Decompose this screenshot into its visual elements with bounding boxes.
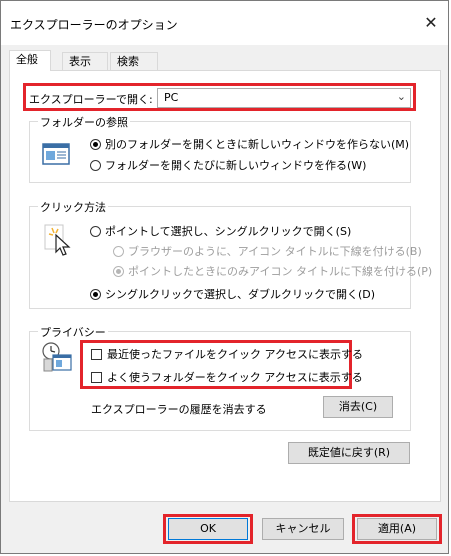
options-dialog: エクスプローラーのオプション ✕ 全般 表示 検索 エクスプローラーで開く: P… (0, 0, 449, 554)
radio-button[interactable] (113, 245, 124, 257)
pointer-click-icon (43, 224, 73, 259)
checkbox[interactable] (91, 348, 102, 360)
browse-folders-group: フォルダーの参照 (29, 114, 411, 183)
radio-button[interactable] (90, 138, 101, 150)
apply-button-label: 適用(A) (377, 522, 417, 535)
tab-general[interactable]: 全般 (9, 50, 51, 71)
window-title: エクスプローラーのオプション (10, 18, 178, 32)
radio-button[interactable] (90, 159, 101, 171)
radio-underline-browser[interactable]: ブラウザーのように、アイコン タイトルに下線を付ける(B) (113, 243, 422, 259)
clear-history-button-label: 消去(C) (338, 400, 378, 413)
check-frequent-folders[interactable]: よく使うフォルダーをクイック アクセスに表示する (91, 369, 363, 385)
privacy-title: プライバシー (38, 324, 108, 340)
title-bar: エクスプローラーのオプション ✕ (1, 1, 448, 45)
check-frequent-folders-label: よく使うフォルダーをクイック アクセスに表示する (107, 371, 363, 384)
tab-search[interactable]: 検索 (110, 52, 158, 70)
check-recent-files[interactable]: 最近使ったファイルをクイック アクセスに表示する (91, 346, 363, 362)
open-in-dropdown[interactable]: PC ⌄ (157, 88, 411, 108)
tab-search-label: 検索 (117, 55, 139, 68)
radio-button[interactable] (113, 265, 124, 277)
radio-same-window-label: 別のフォルダーを開くときに新しいウィンドウを作らない(M) (105, 138, 410, 151)
clear-history-label: エクスプローラーの履歴を消去する (91, 403, 267, 416)
radio-new-window[interactable]: フォルダーを開くたびに新しいウィンドウを作る(W) (90, 157, 366, 173)
check-recent-files-label: 最近使ったファイルをクイック アクセスに表示する (107, 348, 363, 361)
checkbox[interactable] (91, 371, 102, 383)
apply-button[interactable]: 適用(A) (357, 518, 437, 540)
radio-new-window-label: フォルダーを開くたびに新しいウィンドウを作る(W) (105, 159, 367, 172)
radio-single-click[interactable]: ポイントして選択し、シングルクリックで開く(S) (90, 223, 351, 239)
browse-folders-title: フォルダーの参照 (38, 114, 130, 130)
radio-button[interactable] (90, 225, 101, 237)
open-in-label: エクスプローラーで開く: (29, 93, 153, 106)
radio-double-click[interactable]: シングルクリックで選択し、ダブルクリックで開く(D) (90, 286, 375, 302)
tab-view-label: 表示 (69, 55, 91, 68)
radio-button[interactable] (90, 288, 101, 300)
radio-single-click-label: ポイントして選択し、シングルクリックで開く(S) (105, 225, 352, 238)
open-in-value: PC (164, 91, 179, 104)
folder-window-icon (42, 142, 70, 169)
cancel-button[interactable]: キャンセル (262, 518, 344, 540)
radio-underline-browser-label: ブラウザーのように、アイコン タイトルに下線を付ける(B) (128, 245, 422, 258)
close-icon[interactable]: ✕ (420, 12, 442, 34)
radio-same-window[interactable]: 別のフォルダーを開くときに新しいウィンドウを作らない(M) (90, 136, 409, 152)
privacy-history-icon (41, 341, 73, 376)
cancel-button-label: キャンセル (275, 522, 331, 535)
chevron-down-icon: ⌄ (396, 90, 406, 103)
restore-defaults-button[interactable]: 既定値に戻す(R) (288, 442, 410, 464)
ok-button[interactable]: OK (168, 518, 248, 540)
radio-double-click-label: シングルクリックで選択し、ダブルクリックで開く(D) (105, 288, 376, 301)
clear-history-button[interactable]: 消去(C) (323, 396, 393, 418)
radio-underline-point-label: ポイントしたときにのみアイコン タイトルに下線を付ける(P) (128, 265, 433, 278)
restore-defaults-label: 既定値に戻す(R) (307, 446, 391, 459)
radio-underline-point[interactable]: ポイントしたときにのみアイコン タイトルに下線を付ける(P) (113, 263, 432, 279)
ok-button-label: OK (200, 522, 216, 535)
click-items-title: クリック方法 (38, 199, 108, 215)
tab-view[interactable]: 表示 (62, 52, 108, 70)
tab-general-label: 全般 (16, 53, 38, 66)
